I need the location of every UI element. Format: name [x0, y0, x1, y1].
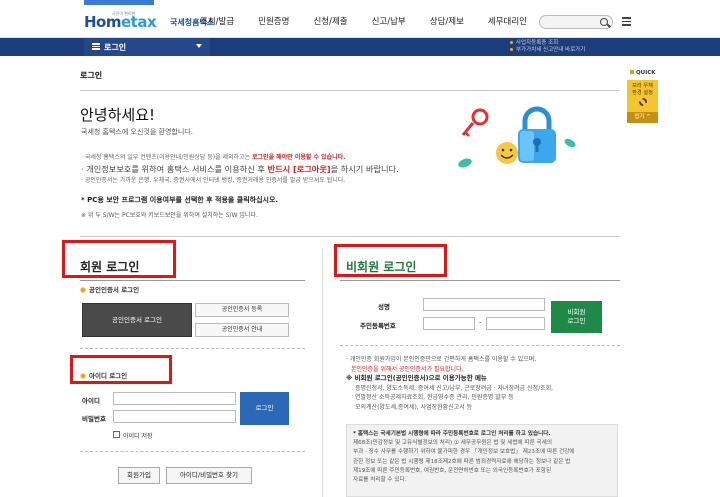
logo-tagline: 국민이 편리한 [112, 11, 136, 16]
note-line: · 개인정보보호를 위하여 홈택스 서비스를 이용하신 후 반드시 [로그아웃]… [81, 163, 399, 174]
login-button[interactable]: 로그인 [240, 392, 289, 425]
note-line: 모의계산(양도세,증여세), 사업장현황신고서 등 [355, 403, 473, 411]
note-line: 연말정산 소득공제자료조회, 현금영수증 관리, 민원증명 발부 등 [355, 394, 514, 401]
notice-line: 제19조에 따른 주민등록번호, 여권번호, 운전면허번호 또는 외국인등록번호… [353, 467, 552, 474]
note-line: · 개인인증 회원가입이 본인인증만으로 간편하게 홈택스를 이용할 수 있으며… [346, 356, 537, 363]
password-input[interactable] [113, 410, 236, 423]
rrn-back-input[interactable] [486, 317, 545, 330]
bullet-icon [80, 287, 86, 293]
member-login-heading: 회원 로그인 [80, 260, 140, 274]
red-key-icon [461, 108, 489, 137]
id-label: 아이디 [82, 397, 100, 405]
menu-icon[interactable] [622, 17, 631, 26]
greeting-heading: 안녕하세요! [80, 106, 156, 124]
join-button[interactable]: 회원가입 [118, 467, 160, 484]
security-illustration [458, 106, 576, 168]
notice-line: * 홈택스는 국세기본법 시행령에 따라 주민등록번호로 로그인 처리를 하고 … [353, 431, 551, 437]
note-line: · 공인인증서는 가까운 은행, 우체국, 증권사에서 인터넷 뱅킹, 증권거래… [81, 177, 346, 184]
cert-guide-button[interactable]: 공인인증서 안내 [195, 323, 289, 337]
quick-panel: QUICK 보라 우체 환경 설정 접기 ^ [627, 70, 658, 123]
leaf-icon [458, 158, 472, 168]
find-account-button[interactable]: 아이디/비밀번호 찾기 [166, 467, 252, 484]
name-input[interactable] [423, 298, 545, 311]
password-label: 비밀번호 [82, 415, 106, 423]
quick-settings-button[interactable]: 보라 우체 환경 설정 [627, 80, 658, 112]
cert-login-button[interactable]: 공인인증서 로그인 [82, 303, 192, 337]
divider [80, 451, 305, 452]
security-sw-note: ※ 위 두 S/W는 PC보호와 키보드보안을 위하여 설치하는 S/W 입니다… [81, 212, 258, 219]
menu-item-certificate[interactable]: 민원증명 [258, 15, 289, 27]
note-line: 증명신청서, 양도소득세, 증여세 신고/납부, 근로장려금 · 자녀장려금 신… [355, 384, 554, 392]
location-label: 로그인 [104, 43, 127, 52]
save-id-checkbox[interactable] [113, 431, 120, 438]
hometax-logo[interactable]: Hometax 국민이 편리한 국세청홈택스 [84, 11, 214, 35]
id-login-subheading: 아이디 로그인 [80, 370, 127, 380]
global-nav: Hometax 국민이 편리한 국세청홈택스 조회/발급 민원증명 신청/제출 … [0, 5, 720, 38]
note-line: ※ 비회원 로그인(공인인증서)으로 이용가능한 메뉴 [346, 374, 487, 382]
blue-padlock-icon [518, 106, 556, 163]
divider [80, 348, 305, 349]
login-notes: · 국세청 홈택스의 일부 컨텐츠(이용안내/민원상담 등)을 제외하고는 로그… [81, 152, 461, 187]
notice-line: 부과 · 징수 사무를 수행하기 위하여 불가피한 경우 「개인정보 보호법」 … [353, 449, 575, 456]
smiley-icon [496, 142, 518, 164]
save-id-label: 아이디 저장 [123, 433, 153, 440]
menu-item-agent[interactable]: 세무대리인 [488, 15, 527, 27]
location-dropdown[interactable]: 로그인 [84, 38, 210, 56]
notice-dot-icon [510, 41, 513, 44]
page-title: 로그인 [80, 71, 103, 80]
legal-notice-box: * 홈택스는 국세기본법 시행령에 따라 주민등록번호로 로그인 처리를 하고 … [346, 424, 618, 497]
id-input[interactable] [113, 392, 236, 405]
note-line: 본인인증을 위해서 공인인증서가 필요합니다. [351, 365, 464, 373]
rrn-front-input[interactable] [423, 317, 475, 330]
cert-register-button[interactable]: 공인인증서 등록 [195, 303, 289, 317]
notice-line: 자료를 처리할 수 있다. [353, 477, 407, 484]
caret-down-icon [196, 44, 202, 48]
rrn-label: 주민등록번호 [360, 322, 396, 330]
bullet-icon [80, 373, 86, 379]
menu-item-inquiry[interactable]: 조회/발급 [200, 15, 234, 27]
welcome-text: 국세청 홈택스에 오신것을 환영합니다. [81, 128, 193, 136]
search-icon[interactable] [600, 18, 608, 26]
main-menu: 조회/발급 민원증명 신청/제출 신고/납부 상담/제보 세무대리인 [200, 15, 551, 27]
guest-login-button[interactable]: 비회원 로그인 [551, 301, 602, 333]
notice-line: 제68조(민감정보 및 고유식별정보의 처리) ① 세무공무원은 법 및 세법에… [353, 440, 552, 447]
guest-notes: · 개인인증 회원가입이 본인인증만으로 간편하게 홈택스를 이용할 수 있으며… [346, 355, 616, 412]
name-label: 성명 [378, 303, 390, 311]
menu-item-application[interactable]: 신청/제출 [313, 15, 347, 27]
rrn-separator: - [479, 318, 482, 326]
notice-line: 관한 정보 또는 같은 법 시행령 제18조제2호에 따른 범죄경력자료에 해당… [353, 458, 571, 465]
rolling-notice[interactable]: 사업자등록증 조회 부가가치세 신고안내 바로가기 [510, 40, 585, 54]
note-line: · 국세청 홈택스의 일부 컨텐츠(이용안내/민원상담 등)을 제외하고는 로그… [81, 154, 346, 161]
search-input[interactable] [539, 15, 613, 29]
quick-header: QUICK [627, 70, 658, 76]
gear-icon [638, 98, 647, 106]
hamburger-icon [92, 43, 100, 50]
cert-login-subheading: 공인인증서 로그인 [80, 284, 139, 294]
guest-login-heading: 비회원 로그인 [346, 260, 417, 274]
leaf-icon [564, 138, 576, 148]
quick-fold-button[interactable]: 접기 ^ [627, 112, 658, 123]
column-divider [322, 248, 323, 497]
notice-dot-icon [510, 48, 513, 51]
divider [80, 280, 305, 281]
divider [340, 280, 620, 281]
divider [80, 90, 620, 91]
menu-item-filing[interactable]: 신고/납부 [372, 15, 406, 27]
divider [80, 236, 620, 237]
security-program-note: * PC용 보안 프로그램 이용여부를 선택한 후 적용을 클릭하십시오. [81, 196, 279, 204]
divider [340, 345, 620, 346]
location-bar: 로그인 사업자등록증 조회 부가가치세 신고안내 바로가기 [0, 38, 720, 56]
menu-item-consult[interactable]: 상담/제보 [430, 15, 464, 27]
